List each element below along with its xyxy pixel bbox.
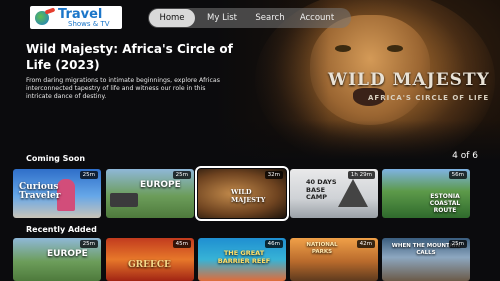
nav-account[interactable]: Account bbox=[291, 9, 343, 27]
duration-badge: 25m bbox=[172, 171, 191, 179]
hero-art-subtitle: AFRICA'S CIRCLE OF LIFE bbox=[368, 94, 490, 102]
card-art-title: ESTONIA COASTAL ROUTE bbox=[429, 193, 461, 214]
card-40-days-base-camp[interactable]: 40 DAYS BASE CAMP 1h 29m bbox=[290, 169, 378, 218]
card-art-title: EUROPE bbox=[47, 249, 88, 259]
card-estonia[interactable]: ESTONIA COASTAL ROUTE 56m bbox=[382, 169, 470, 218]
duration-badge: 25m bbox=[79, 240, 98, 248]
row-title-recently-added: Recently Added bbox=[26, 225, 97, 234]
card-greece[interactable]: GREECE 45m bbox=[106, 238, 194, 281]
nav-home[interactable]: Home bbox=[149, 9, 195, 27]
card-great-barrier-reef[interactable]: THE GREAT BARRIER REEF 46m bbox=[198, 238, 286, 281]
card-art-title: Curious Traveler bbox=[19, 182, 61, 201]
top-nav: Home My List Search Account bbox=[148, 8, 351, 28]
duration-badge: 45m bbox=[172, 240, 191, 248]
duration-badge: 1h 29m bbox=[347, 171, 375, 179]
row-title-coming-soon: Coming Soon bbox=[26, 154, 86, 163]
card-art-title: THE GREAT BARRIER REEF bbox=[217, 249, 271, 265]
row-pager: 4 of 6 bbox=[452, 151, 478, 161]
duration-badge: 56m bbox=[448, 171, 467, 179]
card-curious-traveler[interactable]: Curious Traveler 25m bbox=[13, 169, 101, 218]
card-art-title: 40 DAYS BASE CAMP bbox=[306, 178, 337, 201]
hero-art-title: WILD MAJESTY bbox=[328, 70, 490, 90]
duration-badge: 32m bbox=[264, 171, 283, 179]
nav-search[interactable]: Search bbox=[249, 9, 291, 27]
card-art-title: EUROPE bbox=[140, 180, 181, 190]
duration-badge: 25m bbox=[79, 171, 98, 179]
nav-my-list[interactable]: My List bbox=[195, 9, 249, 27]
hero-description: From daring migrations to intimate begin… bbox=[26, 77, 220, 101]
card-national-parks[interactable]: NATIONAL PARKS 42m bbox=[290, 238, 378, 281]
hero-title: Wild Majesty: Africa's Circle of Life (2… bbox=[26, 42, 233, 72]
brand-tagline: Shows & TV bbox=[68, 19, 110, 28]
brand-logo[interactable]: Travel Shows & TV bbox=[30, 6, 122, 29]
duration-badge: 46m bbox=[264, 240, 283, 248]
brand-name: Travel bbox=[58, 6, 103, 22]
duration-badge: 25m bbox=[448, 240, 467, 248]
card-europe[interactable]: EUROPE 25m bbox=[106, 169, 194, 218]
duration-badge: 42m bbox=[356, 240, 375, 248]
card-europe-recent[interactable]: EUROPE 25m bbox=[13, 238, 101, 281]
card-wild-majesty[interactable]: WILD MAJESTY 32m bbox=[195, 166, 289, 221]
card-art-title: GREECE bbox=[128, 260, 171, 270]
card-when-the-mountain-calls[interactable]: WHEN THE MOUNTAIN CALLS 25m bbox=[382, 238, 470, 281]
card-art-title: NATIONAL PARKS bbox=[306, 242, 338, 255]
card-art-title: WILD MAJESTY bbox=[231, 188, 266, 204]
globe-icon bbox=[33, 7, 56, 27]
